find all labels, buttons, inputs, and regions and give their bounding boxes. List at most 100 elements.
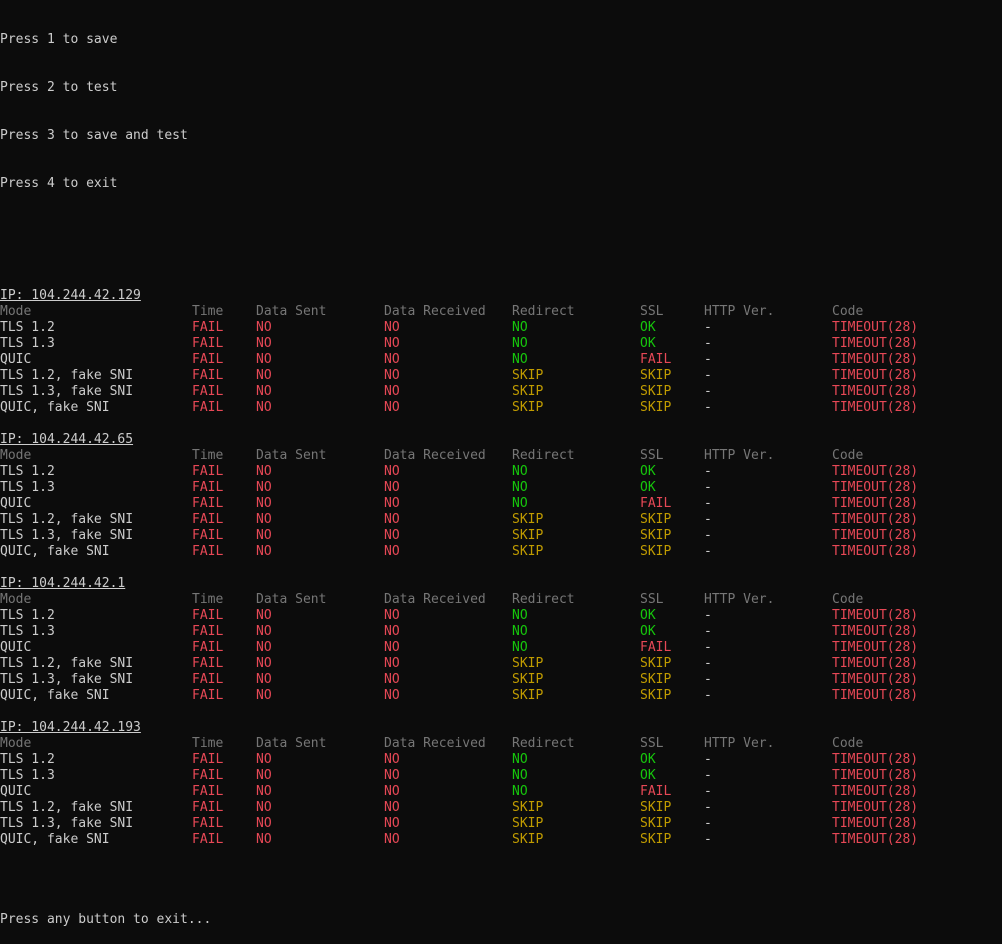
cell-data-received: NO bbox=[384, 800, 400, 815]
cell-data-received: NO bbox=[384, 816, 400, 831]
cell-time: FAIL bbox=[192, 816, 224, 831]
column-header-http-ver: HTTP Ver. bbox=[704, 448, 775, 463]
cell-http-ver: - bbox=[704, 336, 712, 351]
cell-code: TIMEOUT(28) bbox=[832, 768, 919, 783]
cell-time: FAIL bbox=[192, 672, 224, 687]
cell-data-received: NO bbox=[384, 336, 400, 351]
cell-code: TIMEOUT(28) bbox=[832, 496, 919, 511]
cell-ssl: SKIP bbox=[640, 688, 672, 703]
table-row: TLS 1.2, fake SNI FAIL NO NO SKIP SKIP - TIMEOU… bbox=[0, 368, 1002, 384]
cell-data-received: NO bbox=[384, 320, 400, 335]
table-row: TLS 1.2, fake SNI FAIL NO NO SKIP SKIP - TIMEOU… bbox=[0, 656, 1002, 672]
cell-ssl: SKIP bbox=[640, 816, 672, 831]
table-row: TLS 1.2 FAIL NO NO NO OK - TIMEOUT(28) bbox=[0, 752, 1002, 768]
cell-code: TIMEOUT(28) bbox=[832, 368, 919, 383]
cell-time: FAIL bbox=[192, 784, 224, 799]
cell-redirect: SKIP bbox=[512, 656, 544, 671]
cell-redirect: SKIP bbox=[512, 512, 544, 527]
cell-redirect: SKIP bbox=[512, 528, 544, 543]
cell-code: TIMEOUT(28) bbox=[832, 832, 919, 847]
cell-code: TIMEOUT(28) bbox=[832, 352, 919, 367]
cell-http-ver: - bbox=[704, 656, 712, 671]
cell-redirect: SKIP bbox=[512, 800, 544, 815]
footer-text: Press any button to exit... bbox=[0, 912, 212, 927]
table-row: TLS 1.3 FAIL NO NO NO OK - TIMEOUT(28) bbox=[0, 768, 1002, 784]
column-header-mode: Mode bbox=[0, 592, 32, 607]
cell-mode: TLS 1.3 bbox=[0, 480, 55, 495]
cell-redirect: NO bbox=[512, 784, 528, 799]
cell-mode: QUIC bbox=[0, 352, 32, 367]
cell-time: FAIL bbox=[192, 608, 224, 623]
cell-code: TIMEOUT(28) bbox=[832, 800, 919, 815]
table-header: Mode Time Data Sent Data Received Redirect SS… bbox=[0, 448, 1002, 464]
cell-redirect: SKIP bbox=[512, 816, 544, 831]
ip-line: IP: 104.244.42.1 bbox=[0, 576, 1002, 592]
cell-ssl: SKIP bbox=[640, 656, 672, 671]
cell-time: FAIL bbox=[192, 336, 224, 351]
ip-line: IP: 104.244.42.129 bbox=[0, 288, 1002, 304]
cell-ssl: OK bbox=[640, 464, 656, 479]
column-header-ssl: SSL bbox=[640, 592, 664, 607]
cell-time: FAIL bbox=[192, 464, 224, 479]
cell-http-ver: - bbox=[704, 784, 712, 799]
cell-time: FAIL bbox=[192, 368, 224, 383]
cell-mode: TLS 1.2 bbox=[0, 320, 55, 335]
cell-redirect: NO bbox=[512, 752, 528, 767]
cell-time: FAIL bbox=[192, 832, 224, 847]
cell-redirect: SKIP bbox=[512, 544, 544, 559]
cell-ssl: OK bbox=[640, 608, 656, 623]
cell-ssl: SKIP bbox=[640, 544, 672, 559]
cell-mode: QUIC bbox=[0, 496, 32, 511]
cell-data-received: NO bbox=[384, 624, 400, 639]
column-header-http-ver: HTTP Ver. bbox=[704, 736, 775, 751]
ip-address: IP: 104.244.42.129 bbox=[0, 288, 141, 303]
cell-ssl: SKIP bbox=[640, 368, 672, 383]
column-header-data-received: Data Received bbox=[384, 304, 486, 319]
cell-redirect: NO bbox=[512, 608, 528, 623]
cell-http-ver: - bbox=[704, 800, 712, 815]
table-row: TLS 1.3 FAIL NO NO NO OK - TIMEOUT(28) bbox=[0, 624, 1002, 640]
cell-data-sent: NO bbox=[256, 624, 272, 639]
cell-data-sent: NO bbox=[256, 336, 272, 351]
cell-ssl: SKIP bbox=[640, 528, 672, 543]
cell-data-received: NO bbox=[384, 608, 400, 623]
cell-http-ver: - bbox=[704, 816, 712, 831]
cell-data-received: NO bbox=[384, 832, 400, 847]
cell-data-received: NO bbox=[384, 544, 400, 559]
cell-redirect: NO bbox=[512, 640, 528, 655]
column-header-mode: Mode bbox=[0, 736, 32, 751]
column-header-ssl: SSL bbox=[640, 304, 664, 319]
cell-http-ver: - bbox=[704, 752, 712, 767]
cell-data-sent: NO bbox=[256, 512, 272, 527]
cell-code: TIMEOUT(28) bbox=[832, 544, 919, 559]
cell-ssl: FAIL bbox=[640, 784, 672, 799]
menu-line: Press 4 to exit bbox=[0, 176, 1002, 192]
cell-http-ver: - bbox=[704, 480, 712, 495]
cell-code: TIMEOUT(28) bbox=[832, 512, 919, 527]
column-header-data-sent: Data Sent bbox=[256, 304, 327, 319]
cell-data-received: NO bbox=[384, 368, 400, 383]
column-header-redirect: Redirect bbox=[512, 592, 575, 607]
cell-data-sent: NO bbox=[256, 672, 272, 687]
table-row: QUIC, fake SNI FAIL NO NO SKIP SKIP - TIMEOUT(2… bbox=[0, 400, 1002, 416]
column-header-mode: Mode bbox=[0, 448, 32, 463]
cell-data-sent: NO bbox=[256, 496, 272, 511]
cell-data-received: NO bbox=[384, 752, 400, 767]
column-header-mode: Mode bbox=[0, 304, 32, 319]
table-row: QUIC, fake SNI FAIL NO NO SKIP SKIP - TIMEOUT(2… bbox=[0, 832, 1002, 848]
menu-text: Press 1 to save bbox=[0, 32, 118, 47]
cell-code: TIMEOUT(28) bbox=[832, 320, 919, 335]
cell-time: FAIL bbox=[192, 496, 224, 511]
menu-line: Press 1 to save bbox=[0, 32, 1002, 48]
column-header-http-ver: HTTP Ver. bbox=[704, 592, 775, 607]
ip-address: IP: 104.244.42.65 bbox=[0, 432, 134, 447]
cell-code: TIMEOUT(28) bbox=[832, 336, 919, 351]
cell-data-sent: NO bbox=[256, 832, 272, 847]
cell-ssl: SKIP bbox=[640, 512, 672, 527]
cell-data-sent: NO bbox=[256, 816, 272, 831]
column-header-data-sent: Data Sent bbox=[256, 448, 327, 463]
ip-block: IP: 104.244.42.129 Mode Time Data Sent Data … bbox=[0, 288, 1002, 432]
cell-data-sent: NO bbox=[256, 384, 272, 399]
